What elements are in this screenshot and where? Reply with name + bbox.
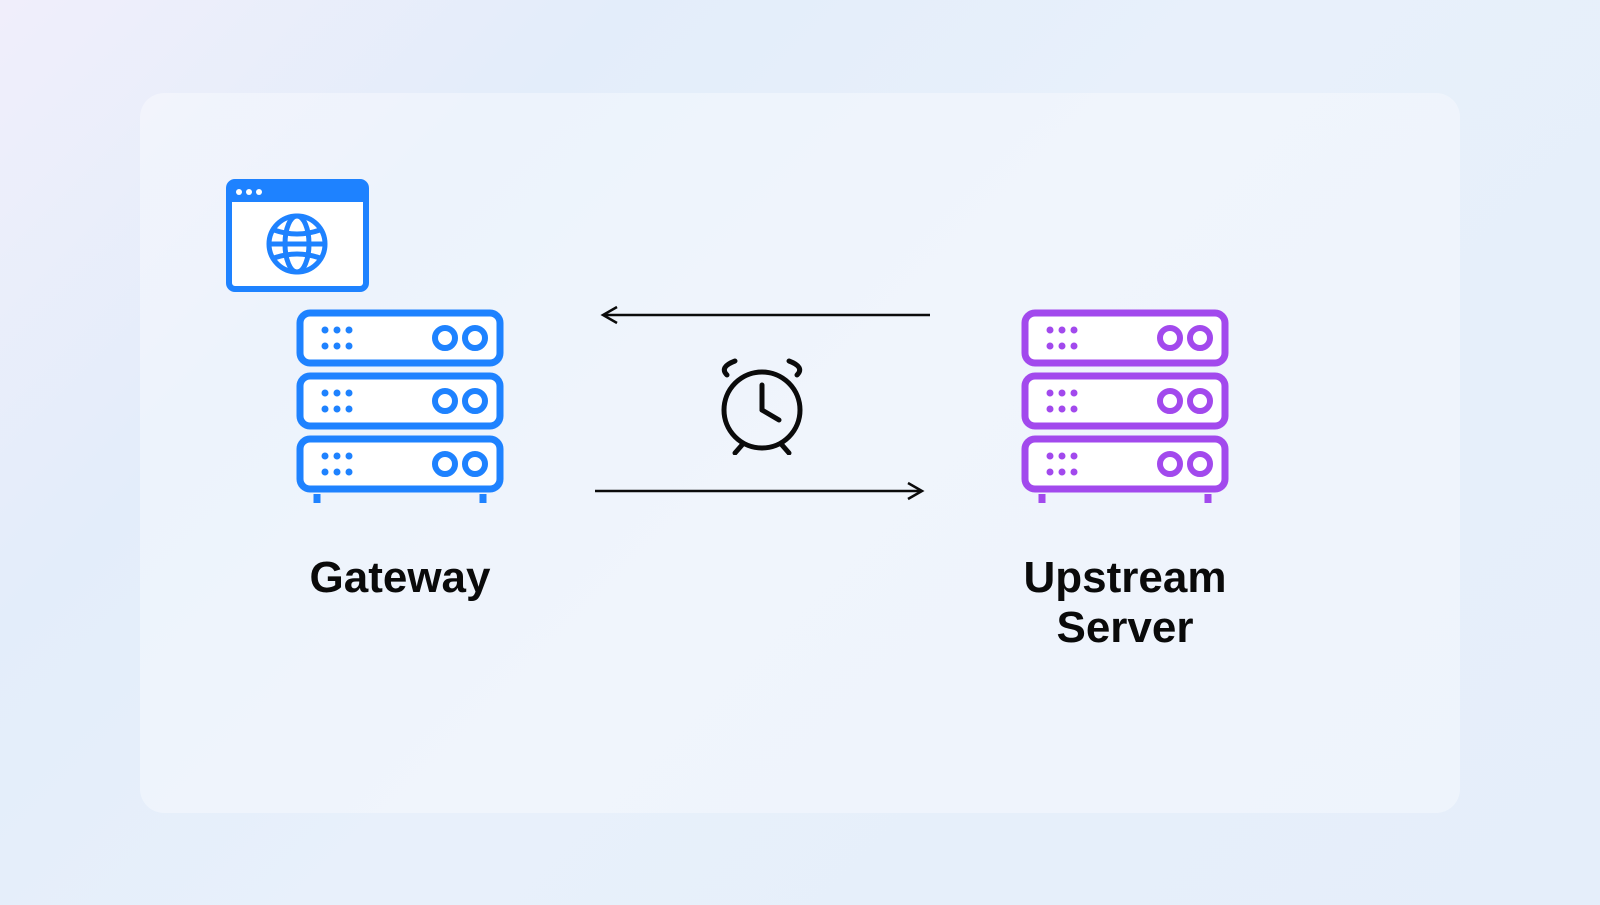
- arrow-left-icon: [595, 305, 930, 325]
- gateway-server-icon: [295, 308, 505, 503]
- upstream-server-icon: [1020, 308, 1230, 503]
- upstream-label: Upstream Server: [945, 553, 1305, 654]
- gateway-label: Gateway: [220, 553, 580, 604]
- diagram-card: Gateway Upstream Server: [140, 93, 1460, 813]
- arrow-right-icon: [595, 481, 930, 501]
- browser-globe-icon: [225, 178, 370, 293]
- alarm-clock-icon: [707, 355, 817, 455]
